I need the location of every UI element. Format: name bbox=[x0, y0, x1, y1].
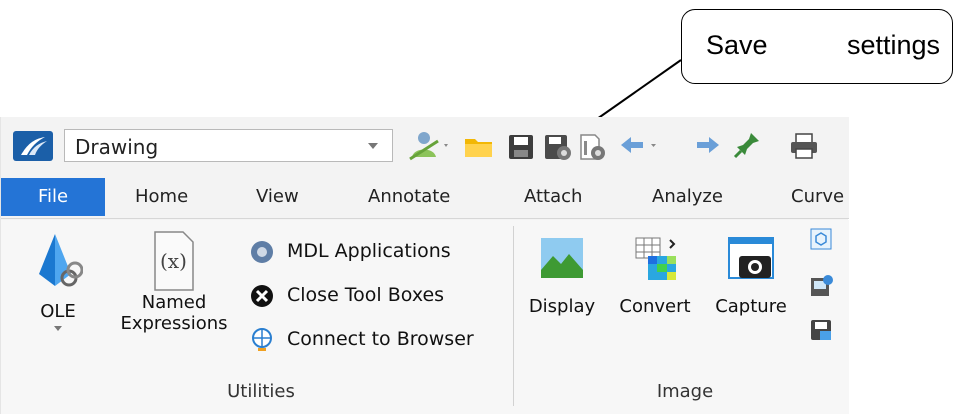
app-logo-icon[interactable] bbox=[13, 131, 53, 161]
pin-icon[interactable] bbox=[731, 127, 765, 163]
connect-to-browser-label: Connect to Browser bbox=[287, 328, 474, 350]
chevron-down-icon[interactable] bbox=[368, 143, 378, 149]
save-settings-icon[interactable] bbox=[542, 127, 574, 163]
ole-button[interactable]: OLE bbox=[33, 230, 84, 331]
image-settings-icon[interactable] bbox=[808, 272, 834, 298]
save-settings-callout: Save settings bbox=[681, 9, 953, 84]
convert-grid-icon bbox=[635, 237, 676, 280]
cube-view-icon[interactable] bbox=[808, 226, 834, 252]
tab-curve[interactable]: Curve bbox=[791, 178, 844, 216]
camera-icon bbox=[728, 237, 774, 279]
ole-icon bbox=[39, 234, 84, 287]
group-divider bbox=[513, 226, 514, 406]
gear-icon bbox=[251, 241, 273, 263]
tab-home[interactable]: Home bbox=[135, 178, 188, 216]
utilities-group-label: Utilities bbox=[227, 381, 295, 402]
tab-annotate[interactable]: Annotate bbox=[368, 178, 450, 216]
close-tool-boxes-label: Close Tool Boxes bbox=[287, 284, 445, 306]
ribbon-panel: OLE (x) Named Expressions MDL Applicatio… bbox=[1, 220, 849, 414]
ole-label: OLE bbox=[40, 301, 76, 322]
application-window: Drawing File Home View Annotate Attach A… bbox=[0, 117, 849, 414]
convert-label: Convert bbox=[619, 296, 691, 317]
workspace-combo-value: Drawing bbox=[75, 135, 159, 159]
tab-attach[interactable]: Attach bbox=[524, 178, 582, 216]
landscape-image-icon bbox=[541, 238, 583, 278]
tab-analyze[interactable]: Analyze bbox=[652, 178, 723, 216]
save-icon[interactable] bbox=[506, 127, 536, 163]
save-image-icon[interactable] bbox=[808, 316, 834, 342]
callout-word-settings: settings bbox=[846, 30, 940, 60]
chevron-down-icon[interactable] bbox=[54, 326, 62, 331]
capture-label: Capture bbox=[715, 296, 787, 317]
tab-file[interactable]: File bbox=[1, 178, 105, 216]
named-expressions-label-line1: Named bbox=[141, 292, 207, 313]
named-expressions-label-line2: Expressions bbox=[120, 313, 228, 334]
print-icon[interactable] bbox=[787, 127, 821, 163]
redo-icon[interactable] bbox=[691, 127, 725, 163]
settings-icon[interactable] bbox=[576, 127, 608, 163]
callout-word-save: Save bbox=[706, 30, 768, 60]
undo-icon[interactable] bbox=[615, 127, 665, 163]
image-group-label: Image bbox=[656, 381, 714, 402]
named-expressions-icon: (x) bbox=[154, 231, 194, 291]
user-icon[interactable] bbox=[406, 127, 454, 163]
convert-button[interactable]: Convert bbox=[613, 234, 697, 317]
tab-view[interactable]: View bbox=[256, 178, 299, 216]
mdl-applications-label: MDL Applications bbox=[287, 240, 451, 262]
close-icon bbox=[251, 285, 273, 307]
svg-text:(x): (x) bbox=[160, 249, 187, 273]
globe-icon bbox=[252, 328, 272, 351]
display-label: Display bbox=[528, 296, 596, 317]
workspace-combo[interactable]: Drawing bbox=[64, 129, 393, 162]
quick-access-toolbar: Drawing bbox=[1, 117, 849, 171]
named-expressions-button[interactable]: (x) Named Expressions bbox=[110, 230, 238, 334]
ribbon-tabs: File Home View Annotate Attach Analyze C… bbox=[1, 171, 849, 219]
folder-icon[interactable] bbox=[461, 127, 495, 163]
capture-button[interactable]: Capture bbox=[709, 234, 793, 317]
display-button[interactable]: Display bbox=[524, 234, 600, 317]
